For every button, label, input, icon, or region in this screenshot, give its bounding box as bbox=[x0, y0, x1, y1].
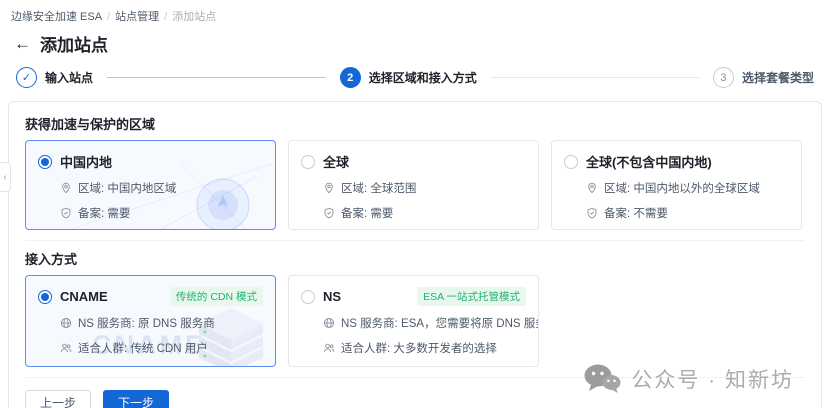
region-meta-text: 区域: 中国内地以外的全球区域 bbox=[604, 180, 760, 196]
filing-icon bbox=[60, 207, 72, 219]
location-pin-icon bbox=[323, 182, 335, 194]
back-arrow-icon[interactable]: ← bbox=[14, 35, 31, 52]
breadcrumb-separator: / bbox=[164, 11, 167, 23]
region-cards-row: 中国内地 区域: 中国内地区域 备案: 需要 全球 bbox=[25, 140, 805, 230]
filing-icon bbox=[586, 207, 598, 219]
breadcrumb-item-site-management[interactable]: 站点管理 bbox=[115, 11, 159, 23]
breadcrumb-item-add-site: 添加站点 bbox=[172, 11, 216, 23]
users-icon bbox=[60, 342, 72, 354]
audience-text: 适合人群: 大多数开发者的选择 bbox=[341, 340, 497, 356]
access-method-section: 接入方式 CNAME CNA bbox=[25, 240, 805, 367]
region-card-title: 全球 bbox=[323, 152, 349, 171]
sidebar-collapse-handle[interactable]: ‹ bbox=[0, 162, 11, 192]
region-card-title: 中国内地 bbox=[60, 152, 112, 171]
radio-global-excl-china[interactable] bbox=[564, 155, 578, 169]
step-2-select-region-access: 2 选择区域和接入方式 bbox=[340, 67, 477, 88]
region-section-title: 获得加速与保护的区域 bbox=[25, 114, 805, 130]
step-connector-active bbox=[107, 77, 326, 78]
page-watermark: 公众号 · 知新坊 bbox=[583, 363, 794, 395]
access-card-cname[interactable]: CNAME CNAME 传统的 CDN 模式 bbox=[25, 275, 276, 367]
breadcrumb-item-esa[interactable]: 边缘安全加速 ESA bbox=[11, 11, 102, 23]
globe-icon bbox=[323, 317, 335, 329]
next-step-button[interactable]: 下一步 bbox=[103, 390, 169, 408]
chevron-left-icon: ‹ bbox=[3, 172, 6, 183]
region-card-china-mainland[interactable]: 中国内地 区域: 中国内地区域 备案: 需要 bbox=[25, 140, 276, 230]
page-header: ← 添加站点 bbox=[14, 31, 830, 56]
region-meta-text: 区域: 全球范围 bbox=[341, 180, 416, 196]
access-card-title: NS bbox=[323, 289, 341, 304]
step-3-number: 3 bbox=[713, 67, 734, 88]
region-card-title: 全球(不包含中国内地) bbox=[586, 152, 712, 171]
region-card-global[interactable]: 全球 区域: 全球范围 备案: 需要 bbox=[288, 140, 539, 230]
step-1-label: 输入站点 bbox=[45, 69, 93, 86]
step-1-check-icon: ✓ bbox=[16, 67, 37, 88]
wechat-icon bbox=[583, 363, 621, 395]
region-card-global-excl-china[interactable]: 全球(不包含中国内地) 区域: 中国内地以外的全球区域 备案: 不需要 bbox=[551, 140, 802, 230]
access-card-ns[interactable]: NS ESA 一站式托管模式 NS 服务商: ESA，您需要将原 DNS 服务器… bbox=[288, 275, 539, 367]
watermark-text: 公众号 · 知新坊 bbox=[631, 364, 794, 394]
radio-cname[interactable] bbox=[38, 290, 52, 304]
radio-global[interactable] bbox=[301, 155, 315, 169]
add-site-panel: 获得加速与保护的区域 中国内地 区域: 中国内地区域 bbox=[8, 101, 822, 408]
filing-icon bbox=[323, 207, 335, 219]
ns-provider-text: NS 服务商: 原 DNS 服务商 bbox=[78, 315, 215, 331]
globe-icon bbox=[60, 317, 72, 329]
step-2-number: 2 bbox=[340, 67, 361, 88]
ns-provider-text: NS 服务商: ESA，您需要将原 DNS 服务器更改为 ESA bbox=[341, 315, 539, 331]
users-icon bbox=[323, 342, 335, 354]
location-pin-icon bbox=[60, 182, 72, 194]
step-3-select-plan: 3 选择套餐类型 bbox=[713, 67, 814, 88]
radio-china-mainland[interactable] bbox=[38, 155, 52, 169]
step-2-label: 选择区域和接入方式 bbox=[369, 69, 477, 86]
filing-meta-text: 备案: 不需要 bbox=[604, 205, 668, 221]
filing-meta-text: 备案: 需要 bbox=[78, 205, 130, 221]
filing-meta-text: 备案: 需要 bbox=[341, 205, 393, 221]
page-title: 添加站点 bbox=[40, 31, 108, 56]
access-card-title: CNAME bbox=[60, 289, 108, 304]
location-pin-icon bbox=[586, 182, 598, 194]
access-section-title: 接入方式 bbox=[25, 249, 805, 265]
cname-mode-badge: 传统的 CDN 模式 bbox=[170, 287, 263, 306]
step-connector-inactive bbox=[491, 77, 699, 78]
breadcrumb: 边缘安全加速 ESA / 站点管理 / 添加站点 bbox=[0, 0, 830, 24]
step-3-label: 选择套餐类型 bbox=[742, 69, 814, 86]
radio-ns[interactable] bbox=[301, 290, 315, 304]
region-meta-text: 区域: 中国内地区域 bbox=[78, 180, 176, 196]
step-wizard: ✓ 输入站点 2 选择区域和接入方式 3 选择套餐类型 bbox=[0, 56, 830, 94]
breadcrumb-separator: / bbox=[107, 11, 110, 23]
previous-step-button[interactable]: 上一步 bbox=[25, 390, 91, 408]
access-cards-row: CNAME CNAME 传统的 CDN 模式 bbox=[25, 275, 805, 367]
step-1-enter-site: ✓ 输入站点 bbox=[16, 67, 93, 88]
audience-text: 适合人群: 传统 CDN 用户 bbox=[78, 340, 208, 356]
ns-mode-badge: ESA 一站式托管模式 bbox=[417, 287, 526, 306]
